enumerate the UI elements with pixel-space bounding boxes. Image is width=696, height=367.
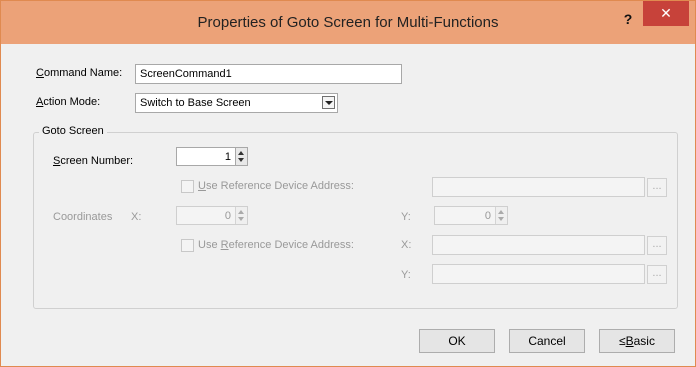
reference-address-y-field[interactable] [432,264,645,284]
coord-y-value: 0 [484,210,491,222]
reference-address-field-1[interactable] [432,177,645,197]
spin-arrows-icon[interactable] [235,148,247,165]
reference-address-x-field[interactable] [432,235,645,255]
basic-button[interactable]: ≤Basic [599,329,675,353]
spin-arrows-icon[interactable] [235,207,247,224]
ok-button[interactable]: OK [419,329,495,353]
action-mode-label: Action Mode: [36,96,101,108]
help-button[interactable]: ? [618,9,638,29]
address-y-label: Y: [401,269,411,281]
dialog-title: Properties of Goto Screen for Multi-Func… [197,14,499,31]
command-name-label: Command Name: [36,67,123,79]
coord-y-label: Y: [401,211,411,223]
use-reference-label-1: Use Reference Device Address: [198,180,354,192]
browse-button-1[interactable]: ... [647,178,667,197]
browse-button-3[interactable]: ... [647,265,667,284]
close-button[interactable]: ✕ [643,1,689,26]
screen-number-value: 1 [224,151,231,163]
use-reference-checkbox-1[interactable] [181,180,194,193]
address-x-label: X: [401,239,412,251]
coordinates-label: Coordinates [53,211,113,223]
action-mode-select[interactable]: Switch to Base Screen [135,93,338,113]
use-reference-label-2: Use Reference Device Address: [198,239,354,251]
browse-button-2[interactable]: ... [647,236,667,255]
action-mode-value: Switch to Base Screen [140,97,251,109]
dialog-window: Properties of Goto Screen for Multi-Func… [0,0,696,367]
screen-number-label: Screen Number: [53,155,134,167]
use-reference-checkbox-2[interactable] [181,239,194,252]
goto-screen-group-label: Goto Screen [39,125,107,137]
command-name-input[interactable]: ScreenCommand1 [135,64,402,84]
coord-x-label: X: [131,211,142,223]
screen-number-stepper[interactable]: 1 [176,147,248,166]
spin-arrows-icon[interactable] [495,207,507,224]
title-bar[interactable]: Properties of Goto Screen for Multi-Func… [1,1,695,44]
cancel-button[interactable]: Cancel [509,329,585,353]
coord-x-value: 0 [224,210,231,222]
coord-y-stepper[interactable]: 0 [434,206,508,225]
chevron-down-icon[interactable] [322,96,335,109]
coord-x-stepper[interactable]: 0 [176,206,248,225]
